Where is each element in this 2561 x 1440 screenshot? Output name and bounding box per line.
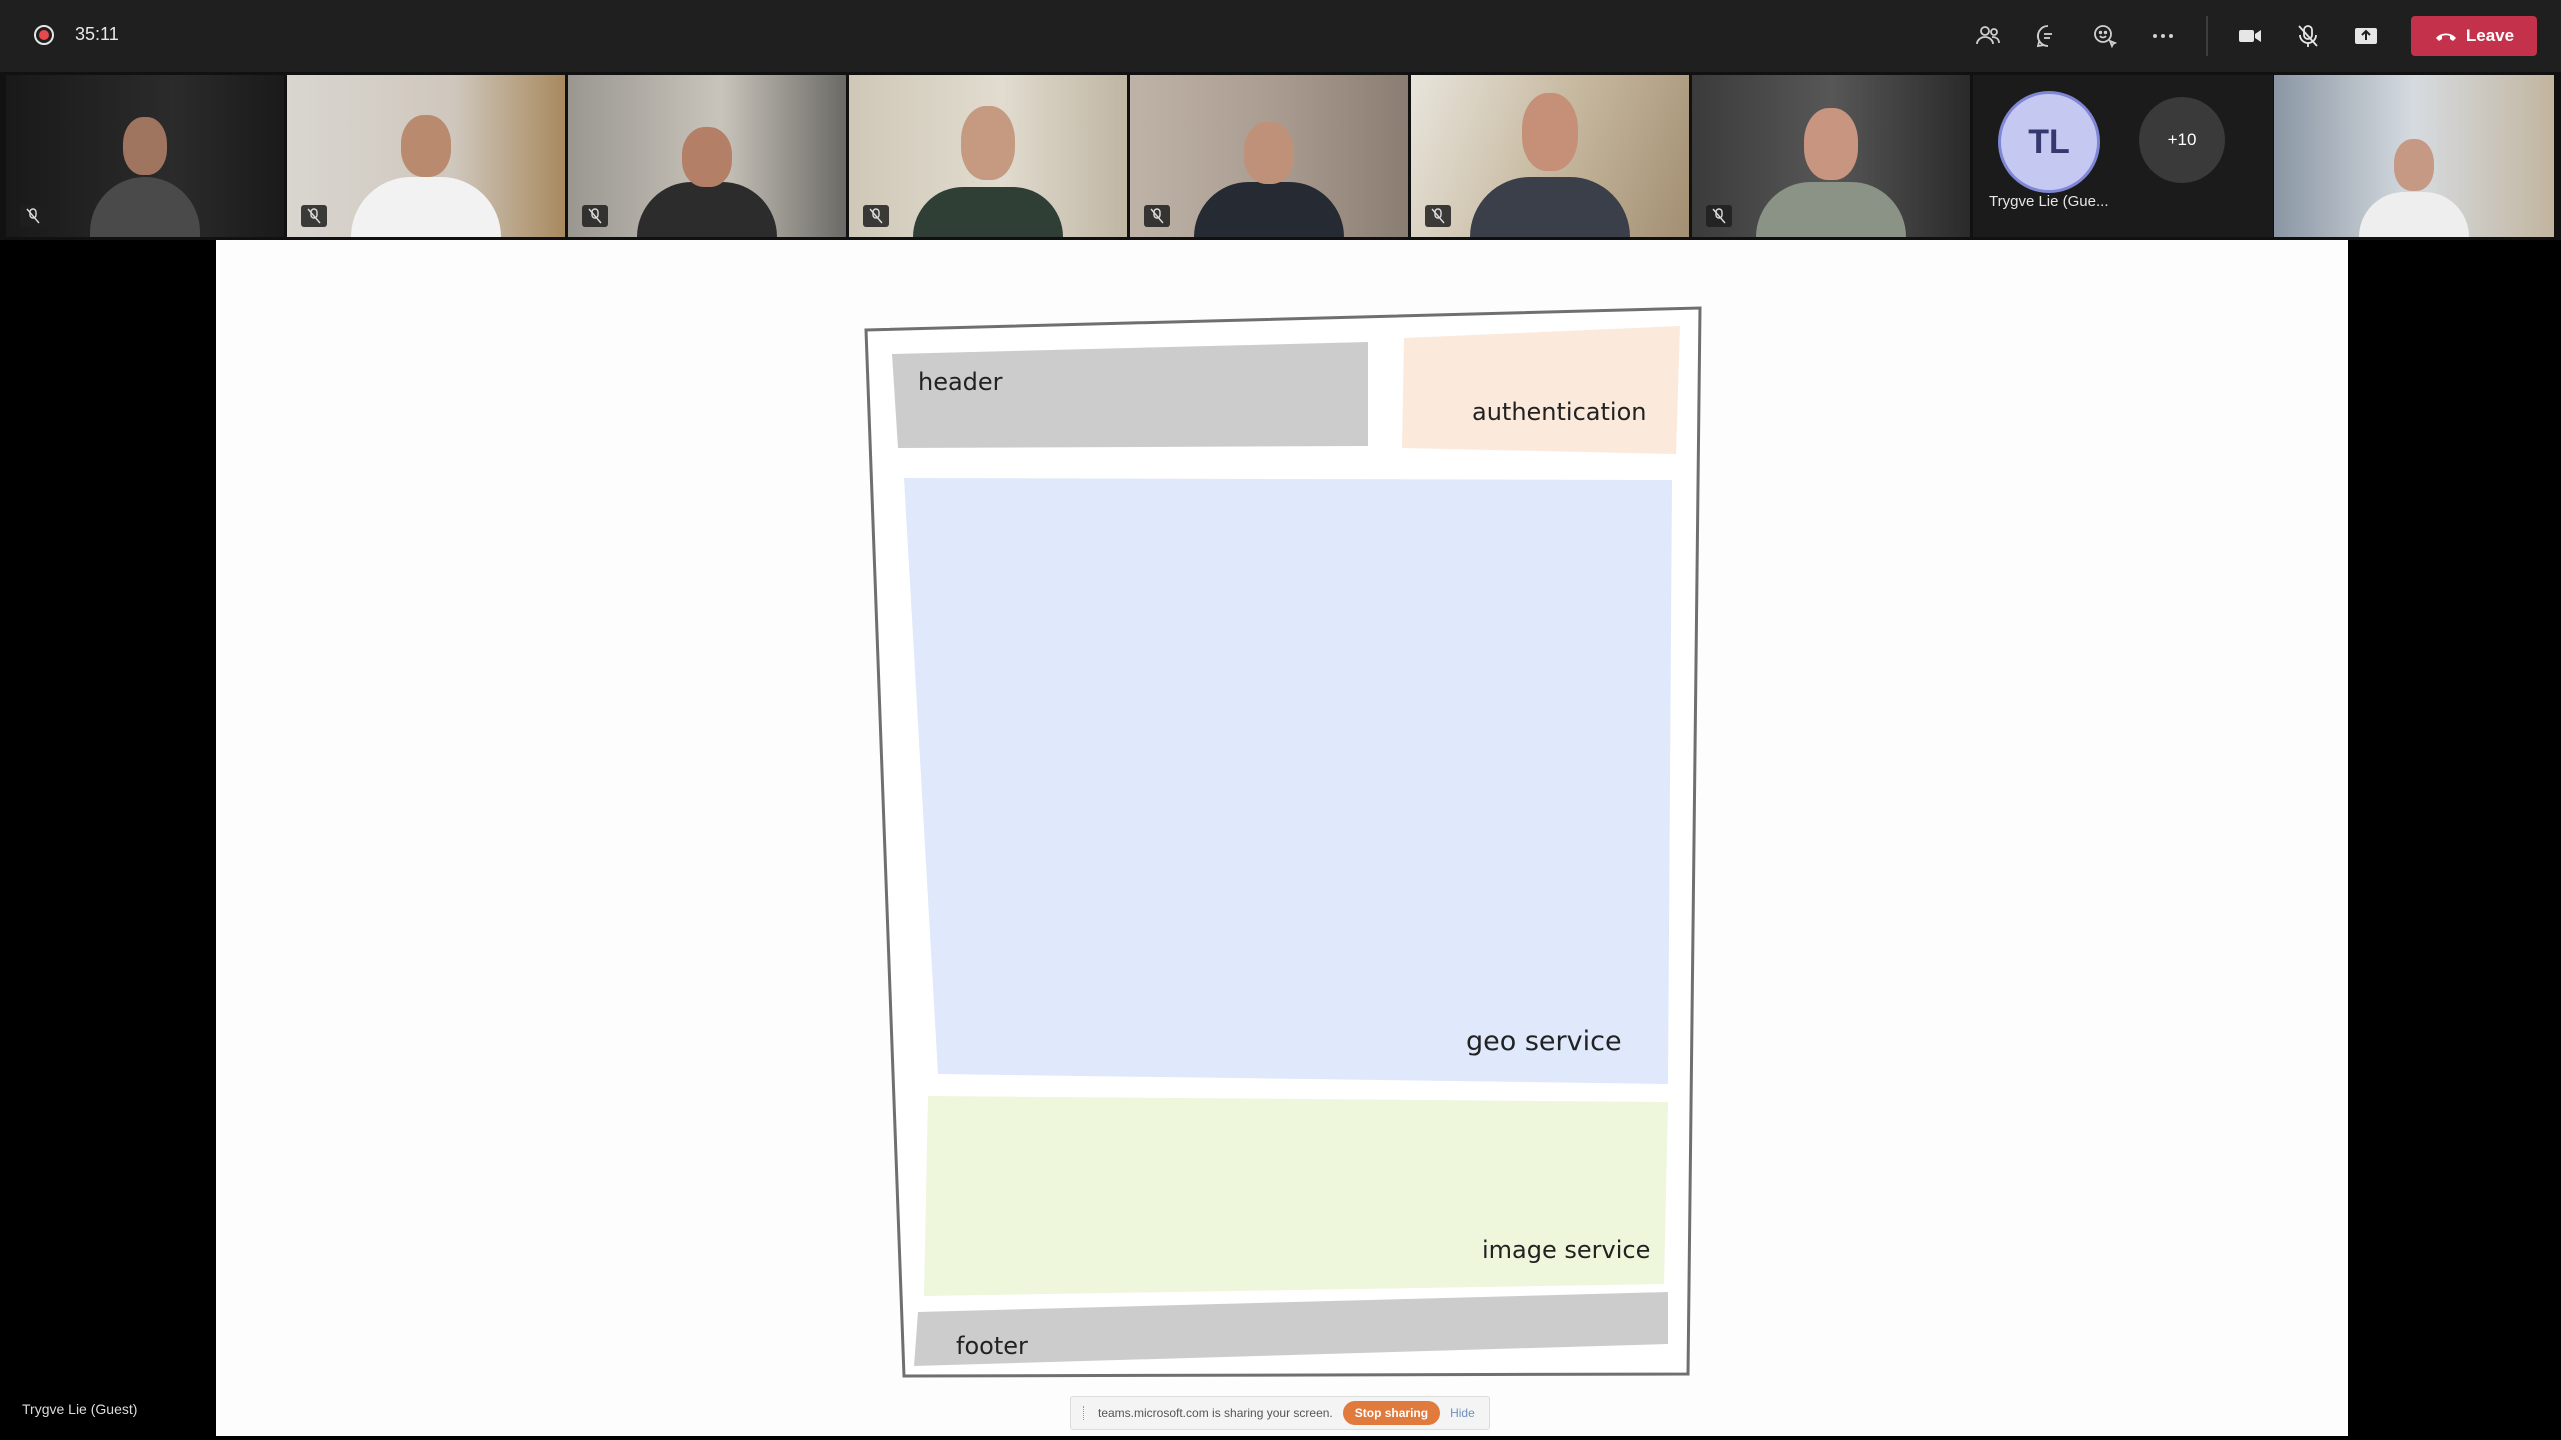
architecture-sketch: header authentication geo service image … [864,306,1702,1378]
muted-mic-icon [301,205,327,227]
chat-icon[interactable] [2030,18,2066,54]
participant-video-tile[interactable] [6,75,284,237]
share-icon[interactable] [2348,18,2384,54]
sharing-status-text: teams.microsoft.com is sharing your scre… [1098,1406,1333,1420]
leave-button[interactable]: Leave [2411,16,2537,56]
more-icon[interactable] [2145,18,2181,54]
screen-sharing-bar: teams.microsoft.com is sharing your scre… [1070,1396,1490,1430]
participant-video-tile[interactable] [568,75,846,237]
mic-off-icon[interactable] [2290,18,2326,54]
meeting-timer: 35:11 [75,24,119,44]
muted-mic-icon [20,205,46,227]
recording-indicator-icon [34,25,54,45]
people-icon[interactable] [1970,18,2006,54]
participant-video-tile[interactable] [849,75,1127,237]
participant-video-tile[interactable] [2274,75,2554,237]
leave-label: Leave [2465,26,2515,45]
image-service-box [924,1096,1668,1296]
authentication-label: authentication [1472,398,1646,426]
stop-sharing-button[interactable]: Stop sharing [1342,1401,1441,1425]
shared-slide: header authentication geo service image … [216,240,2348,1436]
image-service-label: image service [1482,1236,1650,1264]
participant-name-label: Trygve Lie (Gue... [1989,193,2109,210]
muted-mic-icon [1144,205,1170,227]
muted-mic-icon [1425,205,1451,227]
participant-video-tile[interactable] [1130,75,1408,237]
participant-video-tile[interactable] [1692,75,1970,237]
participant-video-tile[interactable] [1411,75,1689,237]
camera-icon[interactable] [2232,18,2268,54]
drag-handle-icon[interactable] [1083,1406,1088,1420]
geo-service-label: geo service [1466,1026,1622,1057]
reactions-icon[interactable] [2087,18,2123,54]
participant-avatar[interactable]: TL [2001,94,2097,190]
presenter-name-label: Trygve Lie (Guest) [22,1401,138,1417]
more-participants-button[interactable]: +10 [2139,97,2225,183]
participant-video-tile[interactable] [287,75,565,237]
authentication-box [1402,326,1680,454]
meeting-top-bar: 35:11 Leave [0,0,2561,72]
hide-sharing-bar-link[interactable]: Hide [1450,1406,1475,1420]
muted-mic-icon [863,205,889,227]
hangup-icon [2435,33,2456,41]
muted-mic-icon [1706,205,1732,227]
header-label: header [918,368,1003,396]
footer-label: footer [956,1332,1028,1360]
geo-service-box [904,478,1672,1084]
muted-mic-icon [582,205,608,227]
toolbar-divider [2206,16,2208,56]
